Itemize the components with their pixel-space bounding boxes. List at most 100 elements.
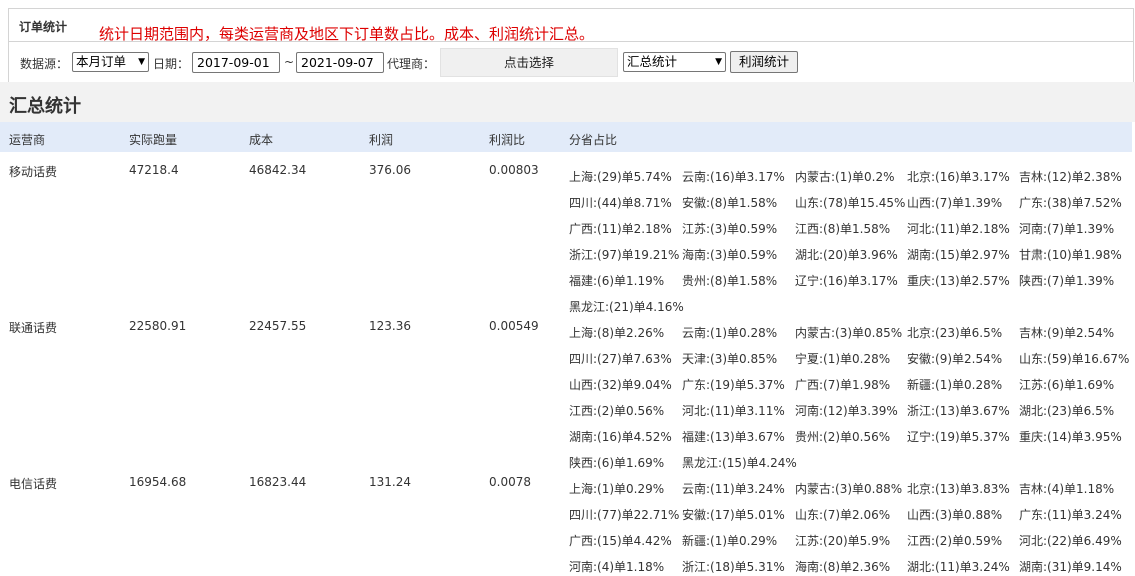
province-share: 江苏:(20)单5.9% bbox=[795, 534, 891, 548]
page-title: 订单统计 bbox=[19, 20, 68, 34]
province-share: 浙江:(97)单19.21% bbox=[569, 248, 680, 262]
province-share: 辽宁:(19)单5.37% bbox=[907, 430, 1010, 444]
province-share: 四川:(27)单7.63% bbox=[569, 352, 672, 366]
province-share: 内蒙古:(3)单0.88% bbox=[795, 482, 903, 496]
table-header: 运营商 实际跑量 成本 利润 利润比 分省占比 bbox=[0, 122, 1132, 152]
province-share: 江苏:(3)单0.59% bbox=[682, 222, 778, 236]
carrier-cell: 移动话费 bbox=[9, 165, 58, 179]
province-share: 北京:(13)单3.83% bbox=[907, 482, 1010, 496]
source-select[interactable]: 本月订单 ▼ bbox=[72, 52, 149, 72]
province-share: 湖南:(16)单4.52% bbox=[569, 430, 672, 444]
carrier-cell: 电信话费 bbox=[9, 477, 58, 491]
province-share: 辽宁:(16)单3.17% bbox=[795, 274, 898, 288]
province-share: 江西:(2)单0.59% bbox=[907, 534, 1003, 548]
column-header-ratio: 利润比 bbox=[489, 133, 526, 147]
province-share: 云南:(1)单0.28% bbox=[682, 326, 778, 340]
province-share: 湖南:(15)单2.97% bbox=[907, 248, 1010, 262]
province-share: 江西:(8)单1.58% bbox=[795, 222, 891, 236]
province-share: 山东:(7)单2.06% bbox=[795, 508, 891, 522]
province-share: 福建:(13)单3.67% bbox=[682, 430, 785, 444]
province-share: 上海:(8)单2.26% bbox=[569, 326, 665, 340]
province-share: 广东:(11)单3.24% bbox=[1019, 508, 1122, 522]
province-share: 吉林:(9)单2.54% bbox=[1019, 326, 1115, 340]
volume-cell: 47218.4 bbox=[129, 163, 179, 177]
column-header-cost: 成本 bbox=[249, 133, 274, 147]
mode-select[interactable]: 汇总统计 ▼ bbox=[623, 52, 726, 72]
province-share: 安徽:(8)单1.58% bbox=[682, 196, 778, 210]
date-label: 日期： bbox=[153, 57, 190, 71]
header-panel: 订单统计 统计日期范围内，每类运营商及地区下订单数占比。成本、利润统计汇总。 bbox=[8, 8, 1134, 43]
province-share: 海南:(3)单0.59% bbox=[682, 248, 778, 262]
province-share: 陕西:(6)单1.69% bbox=[569, 456, 665, 470]
agent-picker-button[interactable]: 点击选择 bbox=[440, 48, 618, 77]
province-share: 安徽:(9)单2.54% bbox=[907, 352, 1003, 366]
province-share: 湖南:(31)单9.14% bbox=[1019, 560, 1122, 574]
province-share: 广西:(15)单4.42% bbox=[569, 534, 672, 548]
province-share: 江苏:(6)单1.69% bbox=[1019, 378, 1115, 392]
province-share: 甘肃:(10)单1.98% bbox=[1019, 248, 1122, 262]
volume-cell: 16954.68 bbox=[129, 475, 187, 489]
source-label: 数据源： bbox=[20, 57, 69, 71]
profit-ratio-cell: 0.0078 bbox=[489, 475, 531, 489]
province-share: 重庆:(13)单2.57% bbox=[907, 274, 1010, 288]
province-share: 宁夏:(1)单0.28% bbox=[795, 352, 891, 366]
column-header-volume: 实际跑量 bbox=[129, 133, 178, 147]
province-share: 上海:(29)单5.74% bbox=[569, 170, 672, 184]
column-header-provinces: 分省占比 bbox=[569, 133, 618, 147]
province-share: 湖北:(23)单6.5% bbox=[1019, 404, 1115, 418]
province-share: 四川:(77)单22.71% bbox=[569, 508, 680, 522]
date-to-input[interactable]: 2021-09-07 bbox=[296, 52, 384, 73]
province-share: 河南:(7)单1.39% bbox=[1019, 222, 1115, 236]
province-share: 北京:(23)单6.5% bbox=[907, 326, 1003, 340]
province-share: 山东:(78)单15.45% bbox=[795, 196, 906, 210]
province-share: 湖北:(20)单3.96% bbox=[795, 248, 898, 262]
province-share: 广东:(38)单7.52% bbox=[1019, 196, 1122, 210]
province-share: 湖北:(11)单3.24% bbox=[907, 560, 1010, 574]
province-share: 安徽:(17)单5.01% bbox=[682, 508, 785, 522]
profit-cell: 123.36 bbox=[369, 319, 411, 333]
province-share: 浙江:(13)单3.67% bbox=[907, 404, 1010, 418]
province-share: 山西:(32)单9.04% bbox=[569, 378, 672, 392]
chevron-down-icon: ▼ bbox=[138, 57, 145, 67]
carrier-cell: 联通话费 bbox=[9, 321, 58, 335]
province-share: 河北:(11)单3.11% bbox=[682, 404, 785, 418]
date-separator: ~ bbox=[284, 55, 295, 69]
province-share: 山西:(7)单1.39% bbox=[907, 196, 1003, 210]
profit-cell: 131.24 bbox=[369, 475, 411, 489]
province-share: 贵州:(8)单1.58% bbox=[682, 274, 778, 288]
section-title: 汇总统计 bbox=[9, 96, 81, 117]
cost-cell: 16823.44 bbox=[249, 475, 307, 489]
province-share: 海南:(8)单2.36% bbox=[795, 560, 891, 574]
mode-select-value: 汇总统计 bbox=[627, 54, 678, 69]
profit-ratio-cell: 0.00549 bbox=[489, 319, 539, 333]
filter-toolbar: 数据源： 本月订单 ▼ 日期： 2017-09-01 ~ 2021-09-07 … bbox=[8, 41, 1134, 83]
province-share: 河北:(22)单6.49% bbox=[1019, 534, 1122, 548]
province-share: 贵州:(2)单0.56% bbox=[795, 430, 891, 444]
province-share: 广西:(7)单1.98% bbox=[795, 378, 891, 392]
province-share: 山西:(3)单0.88% bbox=[907, 508, 1003, 522]
province-share: 天津:(3)单0.85% bbox=[682, 352, 778, 366]
province-share: 福建:(6)单1.19% bbox=[569, 274, 665, 288]
cost-cell: 46842.34 bbox=[249, 163, 307, 177]
column-header-profit: 利润 bbox=[369, 133, 394, 147]
profit-ratio-cell: 0.00803 bbox=[489, 163, 539, 177]
volume-cell: 22580.91 bbox=[129, 319, 187, 333]
province-share: 吉林:(4)单1.18% bbox=[1019, 482, 1115, 496]
province-share: 新疆:(1)单0.29% bbox=[682, 534, 778, 548]
chevron-down-icon: ▼ bbox=[715, 57, 722, 67]
province-share: 黑龙江:(15)单4.24% bbox=[682, 456, 797, 470]
date-from-input[interactable]: 2017-09-01 bbox=[192, 52, 280, 73]
province-share: 江西:(2)单0.56% bbox=[569, 404, 665, 418]
province-share: 新疆:(1)单0.28% bbox=[907, 378, 1003, 392]
province-share: 陕西:(7)单1.39% bbox=[1019, 274, 1115, 288]
province-share: 北京:(16)单3.17% bbox=[907, 170, 1010, 184]
province-share: 内蒙古:(1)单0.2% bbox=[795, 170, 895, 184]
province-share: 黑龙江:(21)单4.16% bbox=[569, 300, 684, 314]
province-share: 山东:(59)单16.67% bbox=[1019, 352, 1130, 366]
column-header-carrier: 运营商 bbox=[9, 133, 46, 147]
province-share: 河南:(4)单1.18% bbox=[569, 560, 665, 574]
section-header: 汇总统计 bbox=[0, 82, 1135, 122]
province-share: 四川:(44)单8.71% bbox=[569, 196, 672, 210]
profit-stats-button[interactable]: 利润统计 bbox=[730, 51, 798, 73]
province-share: 河北:(11)单2.18% bbox=[907, 222, 1010, 236]
